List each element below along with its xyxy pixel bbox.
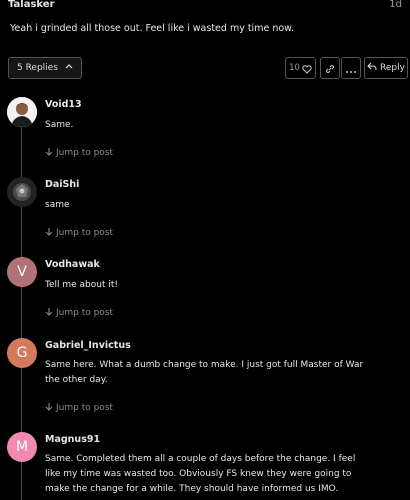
- reply-username[interactable]: DaiShi: [45, 179, 79, 190]
- reply-username[interactable]: Void13: [45, 99, 82, 110]
- avatar[interactable]: [7, 97, 37, 127]
- ellipsis-icon: [345, 59, 357, 78]
- avatar-letter: G: [16, 345, 28, 361]
- more-options-button[interactable]: [341, 57, 361, 79]
- like-count: 10: [289, 63, 300, 73]
- avatar[interactable]: V: [7, 257, 37, 287]
- post-actions: 5 Replies 10 Reply: [0, 57, 410, 79]
- avatar[interactable]: M: [7, 432, 37, 462]
- avatar[interactable]: G: [7, 338, 37, 368]
- arrow-down-icon: [45, 402, 53, 414]
- jump-label: Jump to post: [56, 308, 114, 318]
- avatar[interactable]: [7, 177, 37, 207]
- reply-text: Same. Completed them all a couple of day…: [45, 454, 356, 494]
- replies-toggle-button[interactable]: 5 Replies: [8, 57, 82, 79]
- post-body: Yeah i grinded all those out. Feel like …: [10, 23, 295, 34]
- chevron-up-icon: [65, 57, 73, 77]
- jump-to-post-link[interactable]: Jump to post: [45, 227, 113, 239]
- reply-username[interactable]: Gabriel_Invictus: [45, 340, 131, 351]
- jump-to-post-link[interactable]: Jump to post: [45, 147, 113, 159]
- jump-to-post-link[interactable]: Jump to post: [45, 402, 113, 414]
- reply-text: Same here. What a dumb change to make. I…: [45, 360, 364, 385]
- arrow-down-icon: [45, 147, 53, 159]
- avatar-letter: V: [17, 264, 27, 280]
- reply-text: same: [45, 200, 70, 210]
- reply-text: Same.: [45, 120, 74, 130]
- jump-label: Jump to post: [56, 148, 114, 158]
- post-author[interactable]: Talasker: [8, 0, 55, 10]
- reply-label: Reply: [380, 63, 405, 73]
- reply-arrow-icon: [367, 62, 377, 74]
- arrow-down-icon: [45, 307, 53, 319]
- jump-label: Jump to post: [56, 403, 114, 413]
- replies-toggle-label: 5 Replies: [17, 63, 58, 73]
- heart-icon: [302, 59, 312, 78]
- reply-username[interactable]: Vodhawak: [45, 259, 100, 270]
- reply-text: Tell me about it!: [45, 280, 118, 290]
- reply-button[interactable]: Reply: [364, 57, 408, 79]
- like-button[interactable]: 10: [285, 57, 316, 79]
- link-icon: [325, 59, 335, 78]
- post-age[interactable]: 1d: [389, 0, 402, 10]
- post-header: Talasker 1d: [8, 0, 402, 14]
- avatar-letter: M: [15, 439, 29, 455]
- jump-to-post-link[interactable]: Jump to post: [45, 307, 113, 319]
- arrow-down-icon: [45, 227, 53, 239]
- jump-label: Jump to post: [56, 228, 114, 238]
- reply-username[interactable]: Magnus91: [45, 434, 100, 445]
- share-link-button[interactable]: [320, 57, 340, 79]
